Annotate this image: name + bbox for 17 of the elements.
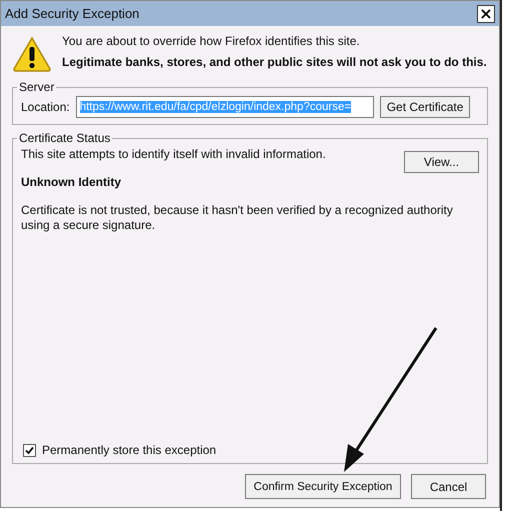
checkbox[interactable]: [23, 444, 36, 456]
get-certificate-button[interactable]: Get Certificate: [380, 96, 470, 118]
status-summary: This site attempts to identify itself with invalid information.: [21, 147, 326, 161]
window-title: Add Security Exception: [5, 6, 140, 21]
cancel-button[interactable]: Cancel: [411, 474, 486, 499]
status-heading: Unknown Identity: [21, 175, 122, 189]
status-detail: Certificate is not trusted, because it hasn't been verified by a recognized authority using a secure signature.: [21, 203, 454, 233]
warning-icon: [12, 36, 52, 72]
view-button[interactable]: View...: [404, 151, 479, 173]
confirm-button[interactable]: Confirm Security Exception: [245, 474, 401, 499]
group-legend: Server: [17, 80, 56, 94]
checkbox-label: Permanently store this exception: [42, 443, 216, 457]
warning-emphasis: Legitimate banks, stores, and other public sites will not ask you to do this.: [62, 55, 487, 69]
location-label: Location:: [21, 100, 70, 114]
warning-message: You are about to override how Firefox identifies this site.: [62, 34, 361, 48]
group-legend: Certificate Status: [17, 131, 112, 145]
close-button[interactable]: ×: [477, 4, 495, 22]
